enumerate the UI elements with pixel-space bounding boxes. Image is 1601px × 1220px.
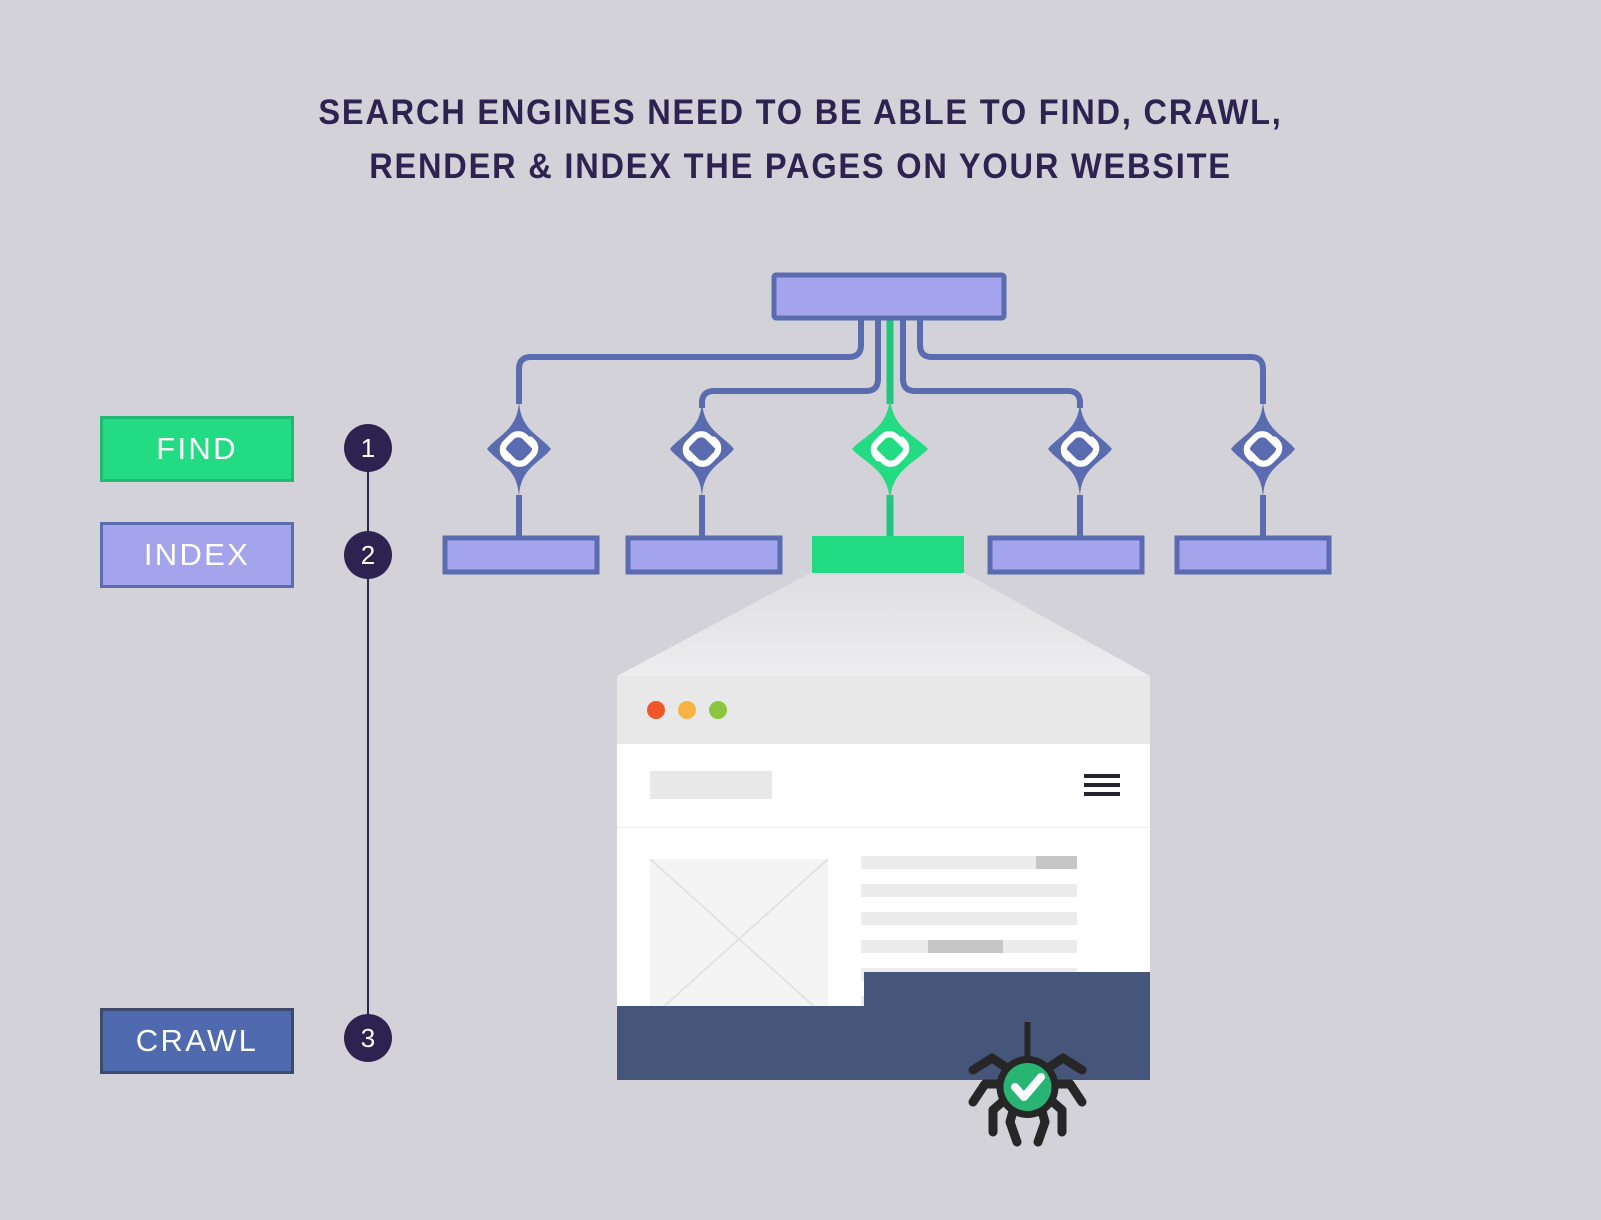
link-node-2: [670, 398, 734, 500]
leaf-page-box-5: [1174, 535, 1332, 575]
link-node-5: [1231, 398, 1295, 500]
leaf-page-box-3-highlighted: [812, 536, 964, 573]
root-homepage-box: [771, 272, 1007, 321]
crawler-spider: [968, 1022, 1087, 1147]
leaf-page-box-4: [987, 535, 1145, 575]
link-node-1: [487, 398, 551, 500]
leaf-page-box-1: [442, 535, 600, 575]
leaf-page-box-2: [625, 535, 783, 575]
infographic-canvas: SEARCH ENGINES NEED TO BE ABLE TO FIND, …: [0, 0, 1601, 1220]
browser-footer: [617, 972, 1150, 1080]
browser-window-mockup: [617, 676, 1150, 1080]
projection-beam: [617, 572, 1150, 676]
link-node-4: [1048, 398, 1112, 500]
link-node-3-highlighted: [852, 393, 928, 505]
